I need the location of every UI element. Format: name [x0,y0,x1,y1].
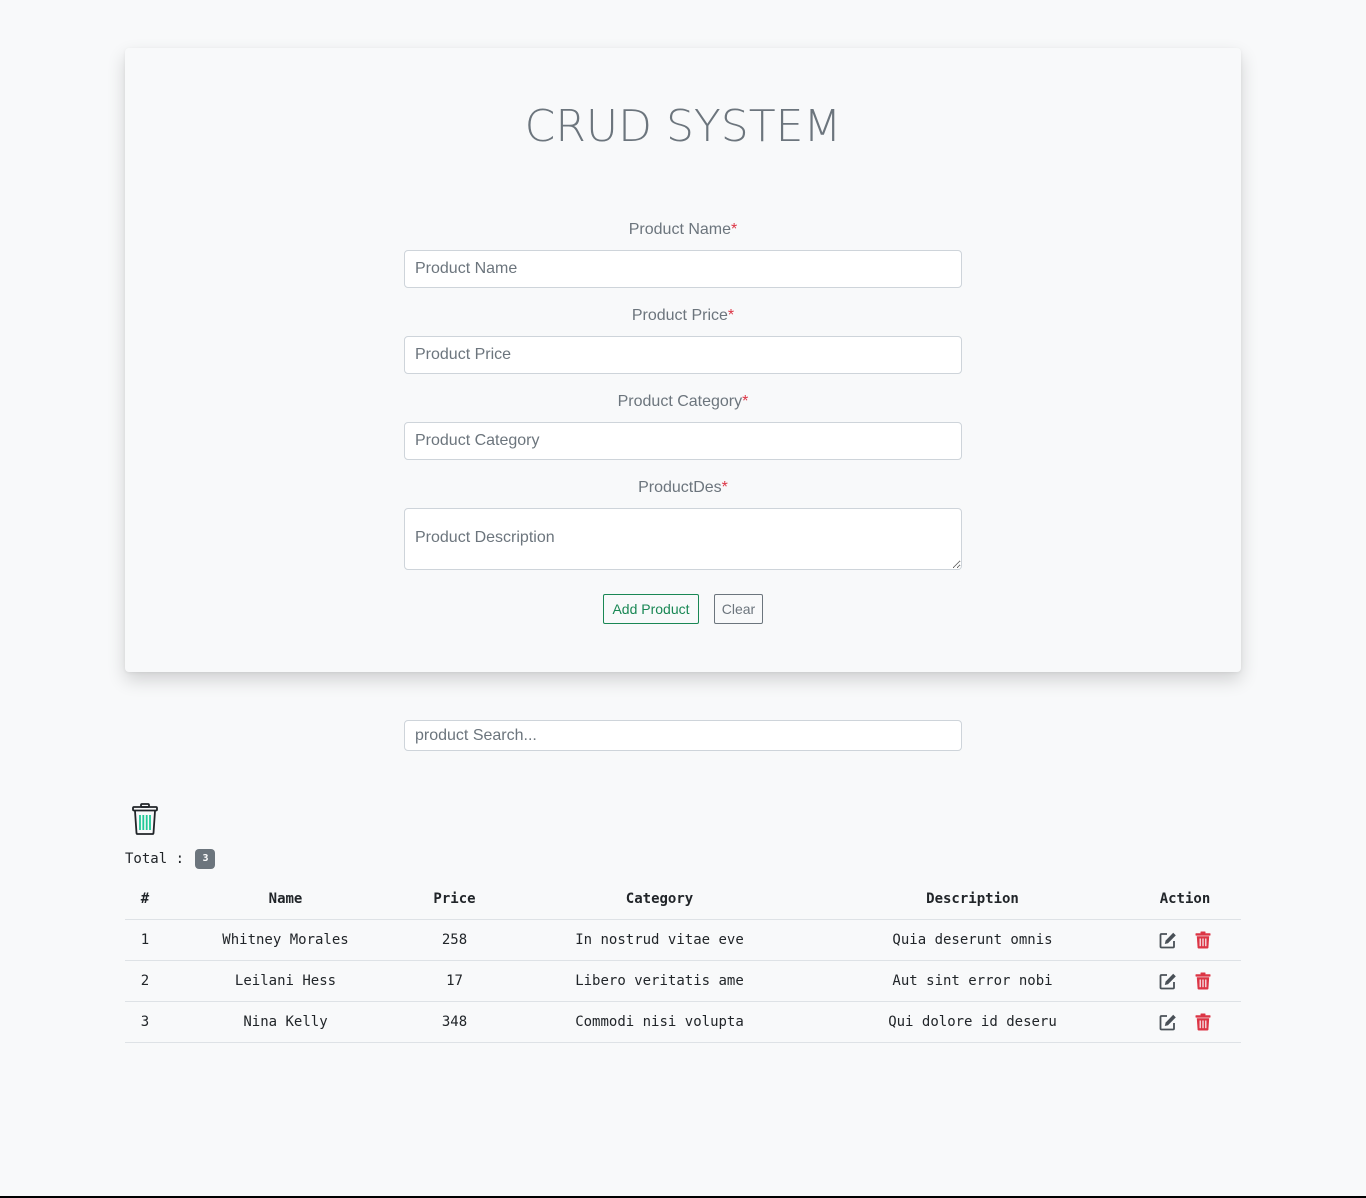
product-price-label-text: Product Price [631,307,728,324]
table-row: 1 Whitney Morales 258 In nostrud vitae e… [125,919,1241,961]
product-price-label: Product Price* [404,306,962,326]
total-count-badge: 3 [195,849,216,869]
cell-index: 1 [125,919,165,961]
cell-description: Aut sint error nobi [816,960,1129,1002]
product-category-label-text: Product Category [617,393,743,410]
cell-category: In nostrud vitae eve [503,919,816,961]
product-category-input[interactable] [404,422,962,460]
product-search-input[interactable] [404,720,962,751]
cell-index: 2 [125,960,165,1002]
table-header-row: # Name Price Category Description Action [125,879,1241,920]
cell-description: Quia deserunt omnis [816,919,1129,961]
edit-icon[interactable] [1159,1014,1177,1031]
delete-trash-icon[interactable] [1195,1013,1211,1031]
cell-name: Nina Kelly [165,1001,406,1043]
cell-category: Commodi nisi volupta [503,1001,816,1043]
products-table: # Name Price Category Description Action… [125,879,1241,1043]
column-header-price: Price [406,879,503,920]
table-row: 2 Leilani Hess 17 Libero veritatis ame A… [125,960,1241,1002]
product-name-label: Product Name* [404,220,962,240]
cell-actions [1129,960,1241,1002]
cell-price: 17 [406,960,503,1002]
product-category-label: Product Category* [404,392,962,412]
column-header-description: Description [816,879,1129,920]
clear-button[interactable]: Clear [714,594,763,624]
required-mark: * [727,307,735,324]
product-description-label: ProductDes* [404,478,962,498]
column-header-name: Name [165,879,406,920]
cell-name: Leilani Hess [165,960,406,1002]
product-price-input[interactable] [404,336,962,374]
product-name-label-text: Product Name [628,221,732,238]
cell-description: Qui dolore id deseru [816,1001,1129,1043]
cell-name: Whitney Morales [165,919,406,961]
cell-price: 258 [406,919,503,961]
product-name-input[interactable] [404,250,962,288]
column-header-category: Category [503,879,816,920]
column-header-action: Action [1129,879,1241,920]
total-summary: Total : 3 [125,849,216,869]
cell-actions [1129,1001,1241,1043]
add-product-button[interactable]: Add Product [603,594,699,624]
product-description-textarea[interactable] [404,508,962,570]
product-description-label-text: ProductDes [638,479,722,496]
total-label: Total : [125,851,185,867]
edit-icon[interactable] [1159,932,1177,949]
column-header-index: # [125,879,165,920]
cell-category: Libero veritatis ame [503,960,816,1002]
delete-all-trash-icon[interactable] [131,803,159,835]
table-row: 3 Nina Kelly 348 Commodi nisi volupta Qu… [125,1001,1241,1043]
delete-trash-icon[interactable] [1195,931,1211,949]
required-mark: * [731,221,738,238]
required-mark: * [721,479,728,496]
edit-icon[interactable] [1159,973,1177,990]
delete-trash-icon[interactable] [1195,972,1211,990]
cell-actions [1129,919,1241,961]
cell-price: 348 [406,1001,503,1043]
required-mark: * [742,393,749,410]
cell-index: 3 [125,1001,165,1043]
page-title: CRUD SYSTEM [524,101,842,152]
